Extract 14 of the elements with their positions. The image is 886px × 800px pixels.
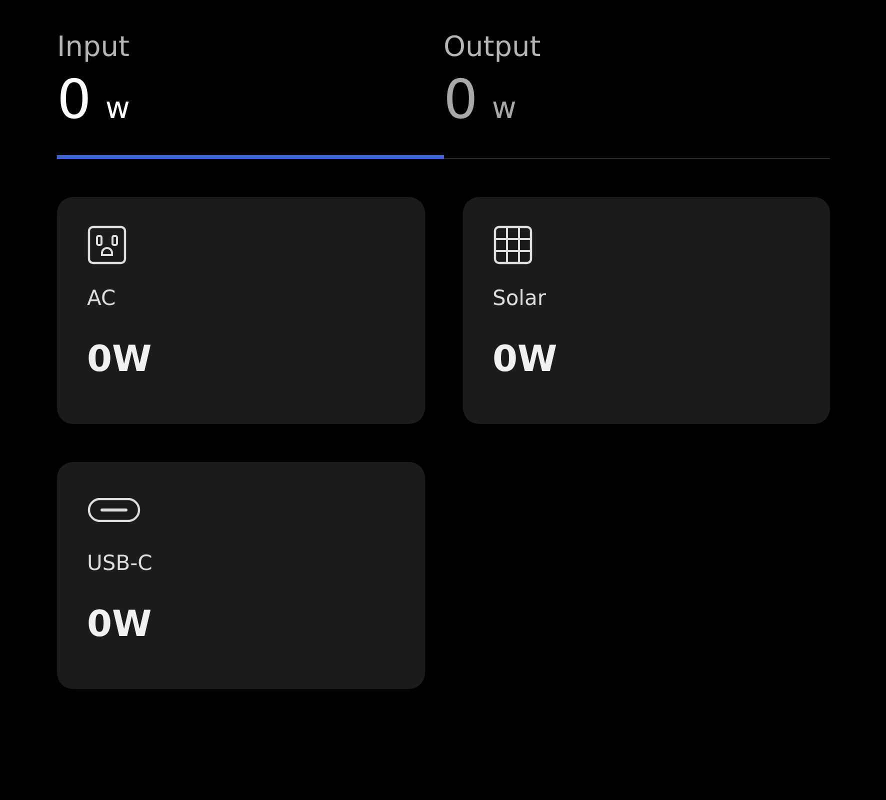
source-label: USB-C [87,550,152,577]
source-label: AC [87,284,116,312]
power-tab[interactable]: Input 0 w [57,30,444,159]
source-card[interactable]: USB-C 0W [57,462,424,689]
grid-icon [492,224,532,265]
source-power: 0W [87,342,152,378]
source-card[interactable]: Solar 0W [462,196,830,424]
power-tab[interactable]: Output 0 w [444,30,830,159]
outlet-icon [87,224,127,265]
usb-c-port-icon [87,498,141,522]
source-power: 0W [492,342,558,378]
source-card[interactable]: AC 0W [57,196,424,424]
source-power: 0W [87,607,152,644]
source-label: Solar [492,284,546,312]
